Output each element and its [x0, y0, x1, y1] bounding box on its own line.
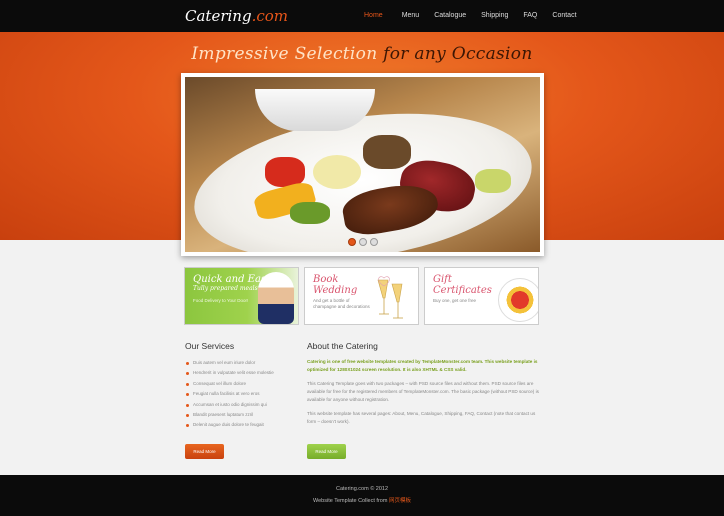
services-title: Our Services	[185, 341, 235, 351]
banner-gift-certificates[interactable]: Gift Certificates Buy one, get one free	[424, 267, 539, 325]
banner-title: Gift Certificates	[433, 274, 492, 296]
footer-credit-link[interactable]: 网页模板	[389, 498, 411, 504]
list-item[interactable]: Blandit praesent luptatum zzril	[185, 410, 300, 420]
butter-shape	[475, 169, 511, 193]
banner-title-line2: Certificates	[433, 285, 492, 296]
nav-shipping[interactable]: Shipping	[481, 0, 508, 32]
banner-quick-easy[interactable]: Quick and Easy Tully prepared meals Food…	[184, 267, 299, 325]
services-read-more-button[interactable]: Read More	[185, 444, 224, 459]
logo-suffix: .com	[251, 7, 288, 25]
zucchini-shape	[290, 202, 330, 224]
promo-banners: Quick and Easy Tully prepared meals Food…	[184, 267, 540, 325]
slider-dot-3[interactable]	[369, 238, 378, 246]
footer-credit: Website Template Collect from 网页模板	[0, 496, 724, 504]
nav-catalogue[interactable]: Catalogue	[434, 0, 466, 32]
main-nav: Home Menu Catalogue Shipping FAQ Contact	[360, 0, 577, 32]
potato-shape	[363, 135, 411, 169]
list-item[interactable]: Consequat vel illum dolore	[185, 379, 300, 389]
list-item[interactable]: Hendrerit in vulputate velit esse molest…	[185, 368, 300, 378]
banner-title-line1: Gift	[433, 274, 452, 285]
hero-tagline: Impressive Selection for any Occasion	[0, 44, 724, 64]
banner-title: Book Wedding	[313, 274, 357, 296]
about-lead: Catering is one of free website template…	[307, 359, 538, 372]
tagline-dark: for any Occasion	[383, 44, 533, 64]
cauliflower-shape	[313, 155, 361, 189]
logo-main: Catering	[185, 7, 252, 25]
slider-dot-1[interactable]	[347, 238, 356, 246]
banner-book-wedding[interactable]: Book Wedding And get a bottle of champag…	[304, 267, 419, 325]
banner-subtitle: Buy one, get one free	[433, 298, 477, 303]
list-item[interactable]: Duis autem vel eum iriure dolor	[185, 358, 300, 368]
slider-dot-2[interactable]	[358, 238, 367, 246]
chef-icon	[258, 272, 294, 324]
services-section: Our Services Duis autem vel eum iriure d…	[185, 341, 300, 431]
footer-credit-text: Website Template Collect from	[313, 498, 388, 504]
slider-dots	[185, 238, 540, 246]
nav-menu[interactable]: Menu	[402, 0, 420, 32]
footer-copyright: Catering.com © 2012	[335, 486, 389, 492]
slide-image	[185, 77, 540, 252]
top-bar: Catering.com Home Menu Catalogue Shippin…	[0, 0, 724, 32]
about-title: About the Catering	[307, 341, 378, 351]
about-paragraph-3: This website template has several pages:…	[307, 411, 536, 424]
champagne-glasses-icon	[377, 276, 403, 319]
nav-faq[interactable]: FAQ	[523, 0, 537, 32]
nav-contact[interactable]: Contact	[552, 0, 576, 32]
about-section: About the Catering Catering is one of fr…	[307, 341, 542, 432]
list-item[interactable]: Feugiat nulla facilisis at vero eros	[185, 389, 300, 399]
image-slider[interactable]	[181, 73, 544, 256]
dessert-plate-icon	[498, 278, 538, 322]
list-item[interactable]: Accumsan et iusto odio dignissim qui	[185, 400, 300, 410]
tagline-light: Impressive Selection	[191, 44, 378, 64]
banner-title-line2: Wedding	[313, 285, 358, 296]
footer: Catering.com © 2012 Website Template Col…	[0, 475, 724, 516]
services-list: Duis autem vel eum iriure dolor Hendreri…	[185, 358, 300, 431]
banner-title-line1: Book	[313, 274, 339, 285]
about-paragraph-2: This Catering Template goes with two pac…	[307, 381, 539, 402]
logo[interactable]: Catering.com	[185, 7, 288, 25]
banner-subtitle: And get a bottle of champagne and decora…	[313, 298, 370, 309]
list-item[interactable]: Delenit augue duis dolore te feugait	[185, 420, 300, 430]
about-read-more-button[interactable]: Read More	[307, 444, 346, 459]
banner-subtitle: Food Delivery to Your Door!	[193, 298, 249, 303]
nav-home[interactable]: Home	[364, 0, 383, 32]
